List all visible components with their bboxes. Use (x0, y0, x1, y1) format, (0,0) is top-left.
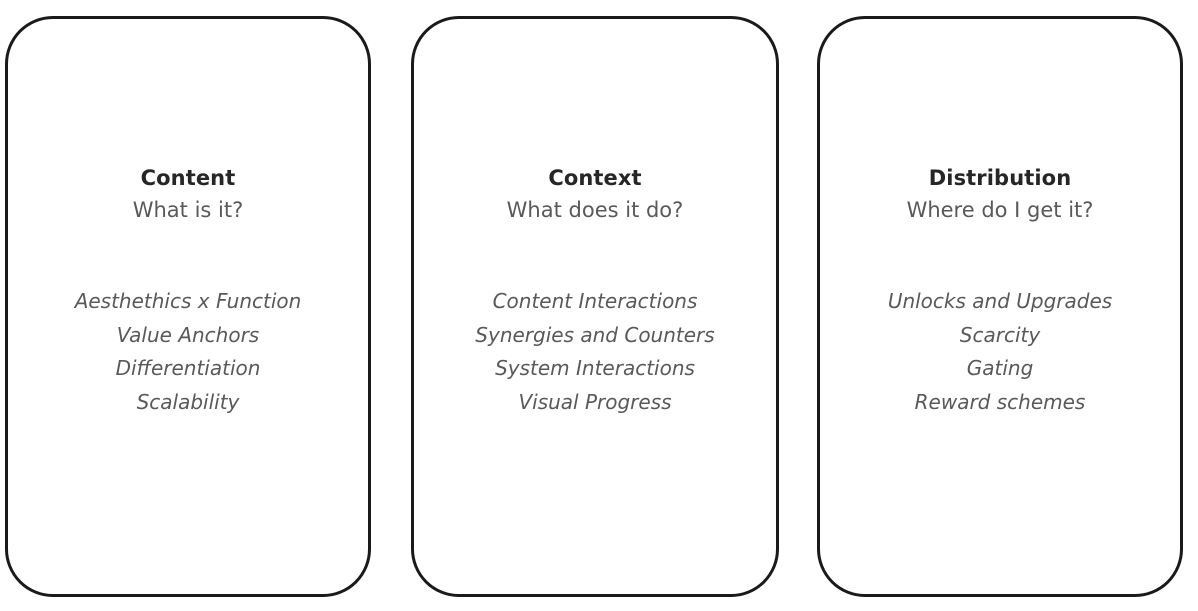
list-item: Value Anchors (116, 322, 260, 347)
list-item: System Interactions (495, 356, 695, 380)
card-question: Where do I get it? (906, 198, 1094, 222)
list-item: Aesthethics x Function (74, 289, 302, 313)
list-item: Synergies and Counters (475, 322, 715, 347)
card-question: What is it? (132, 198, 244, 222)
card-question: What does it do? (506, 198, 684, 222)
card-item-list: Aesthethics x Function Value Anchors Dif… (8, 285, 368, 419)
list-item: Content Interactions (492, 289, 698, 313)
card-title: Context (548, 166, 642, 190)
card-title: Distribution (928, 166, 1072, 190)
card-item-list: Unlocks and Upgrades Scarcity Gating Rew… (820, 285, 1180, 419)
list-item: Gating (966, 356, 1034, 380)
card-distribution: Distribution Where do I get it? Unlocks … (817, 16, 1183, 597)
card-item-list: Content Interactions Synergies and Count… (414, 285, 776, 419)
list-item: Visual Progress (518, 389, 672, 414)
card-title: Content (140, 166, 236, 190)
list-item: Reward schemes (914, 389, 1086, 414)
card-context: Context What does it do? Content Interac… (411, 16, 779, 597)
list-item: Scalability (136, 389, 240, 414)
list-item: Unlocks and Upgrades (887, 289, 1113, 313)
card-content: Content What is it? Aesthethics x Functi… (5, 16, 371, 597)
list-item: Differentiation (115, 356, 261, 380)
framework-diagram: Content What is it? Aesthethics x Functi… (0, 0, 1198, 611)
list-item: Scarcity (959, 322, 1041, 347)
